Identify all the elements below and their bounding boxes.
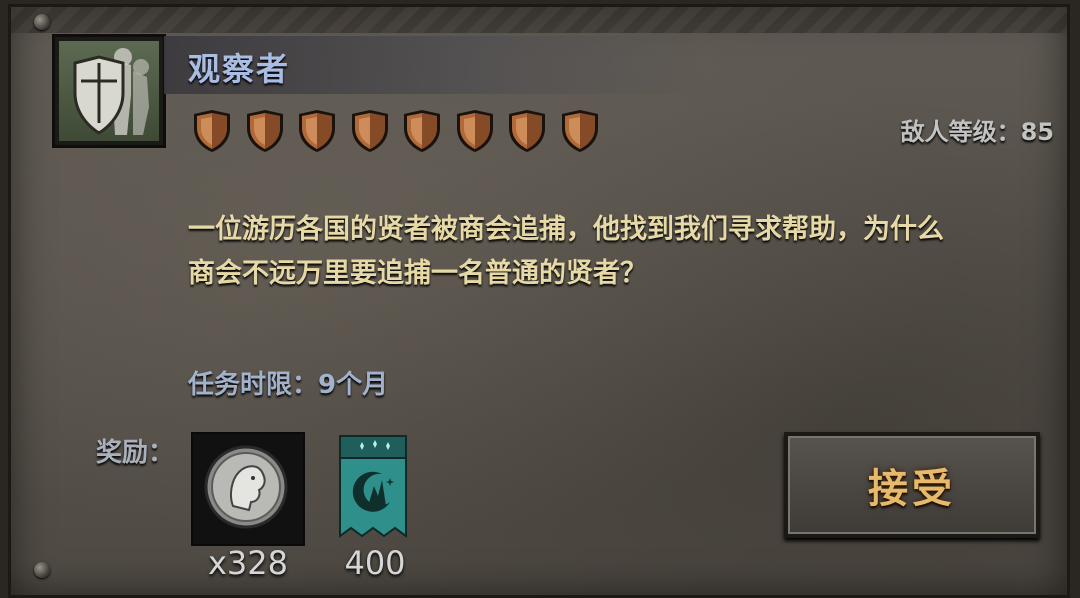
difficulty-shield-icon xyxy=(194,110,230,152)
quest-portrait xyxy=(52,34,166,148)
reward-item-coin[interactable] xyxy=(191,432,305,546)
description-line: 一位游历各国的贤者被商会追捕，他找到我们寻求帮助，为什么 xyxy=(188,214,944,245)
difficulty-shield-icon xyxy=(561,110,598,152)
knight-shield-icon xyxy=(73,48,149,135)
difficulty-shield-icon xyxy=(299,110,335,152)
rivet-icon xyxy=(34,14,50,30)
time-limit: 任务时限：9个月 xyxy=(188,370,389,400)
moon-banner-icon xyxy=(339,435,407,538)
accept-button-label: 接受 xyxy=(868,466,956,512)
quest-title: 观察者 xyxy=(188,50,291,88)
reward-quantity: x328 xyxy=(207,544,288,582)
rivet-icon xyxy=(34,562,50,578)
difficulty-shield-icon xyxy=(351,110,388,152)
silver-coin-icon xyxy=(204,445,288,529)
enemy-level: 敌人等级：85 xyxy=(900,118,1054,146)
panel-top-border xyxy=(11,7,1067,33)
difficulty-shield-icon xyxy=(456,110,493,152)
accept-button[interactable]: 接受 xyxy=(784,432,1040,538)
reward-item-banner[interactable] xyxy=(338,434,408,538)
description-line: 商会不远万里要追捕一名普通的贤者？ xyxy=(188,258,647,289)
difficulty-shield-icon xyxy=(404,110,440,152)
difficulty-shield-icon xyxy=(246,110,283,152)
difficulty-shield-icon xyxy=(509,110,545,152)
rewards-label: 奖励： xyxy=(96,438,175,468)
reward-quantity: 400 xyxy=(344,544,406,582)
quest-description: 一位游历各国的贤者被商会追捕，他找到我们寻求帮助，为什么 商会不远万里要追捕一名… xyxy=(188,208,1048,296)
